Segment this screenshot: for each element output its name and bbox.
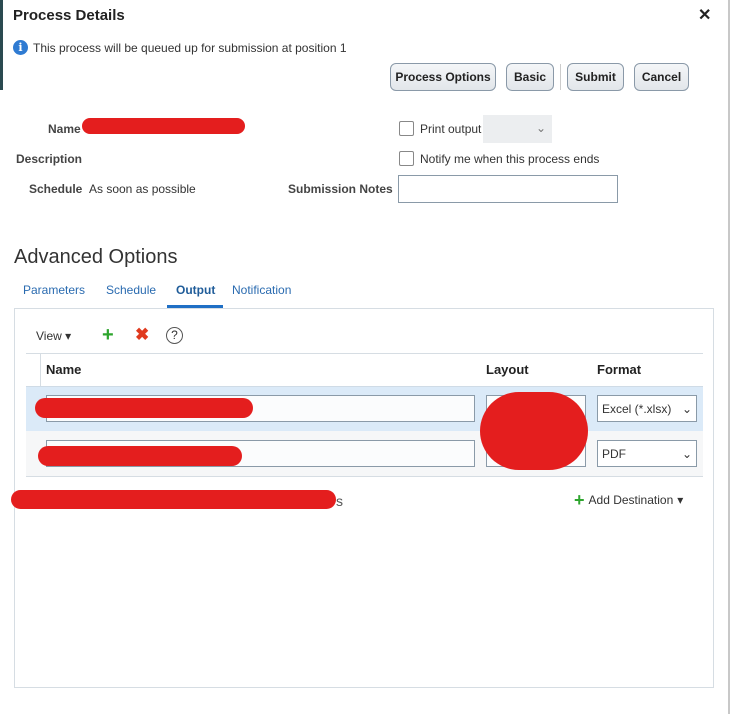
trailing-text: s (336, 493, 343, 509)
dialog-title: Process Details (13, 7, 125, 24)
tab-output[interactable]: Output (176, 283, 215, 297)
info-message: i This process will be queued up for sub… (13, 40, 347, 55)
format-select[interactable]: PDF ⌄ (597, 440, 697, 467)
schedule-value: As soon as possible (89, 182, 196, 196)
submission-notes-input[interactable] (398, 175, 618, 203)
info-text: This process will be queued up for submi… (33, 40, 347, 55)
divider (560, 64, 561, 90)
caret-down-icon: ▾ (677, 493, 684, 507)
chevron-down-icon: ⌄ (535, 121, 546, 135)
basic-button[interactable]: Basic (506, 63, 554, 91)
view-menu[interactable]: View ▾ (36, 329, 71, 343)
advanced-options-title: Advanced Options (14, 246, 178, 268)
submission-notes-label: Submission Notes (288, 182, 393, 196)
format-value: Excel (*.xlsx) (602, 401, 672, 416)
info-icon: i (13, 40, 28, 55)
window-edge (0, 0, 3, 90)
schedule-label: Schedule (29, 182, 83, 196)
view-label: View (36, 329, 62, 343)
printer-select[interactable]: ⌄ (483, 115, 552, 143)
format-value: PDF (602, 446, 626, 461)
name-label: Name (48, 122, 81, 136)
submit-button[interactable]: Submit (567, 63, 624, 91)
help-icon[interactable]: ? (166, 327, 183, 344)
table-top-border (26, 353, 703, 354)
description-label: Description (16, 152, 83, 166)
col-name: Name (46, 362, 82, 377)
add-destination-label: Add Destination (588, 493, 674, 507)
redacted-layouts (480, 392, 588, 470)
add-icon: + (574, 490, 585, 510)
cancel-button[interactable]: Cancel (634, 63, 689, 91)
delete-icon[interactable]: ✖ (135, 325, 149, 345)
print-output-label: Print output (420, 122, 482, 136)
col-layout: Layout (486, 362, 529, 377)
tab-notification[interactable]: Notification (232, 283, 291, 297)
redacted-name (82, 118, 245, 134)
redacted-row-name (38, 446, 242, 466)
chevron-down-icon: ⌄ (681, 401, 692, 416)
add-icon[interactable]: + (102, 324, 114, 347)
close-icon[interactable]: ✕ (698, 5, 711, 25)
chevron-down-icon: ⌄ (681, 446, 692, 461)
redacted-row-name (35, 398, 253, 418)
tab-schedule[interactable]: Schedule (106, 283, 156, 297)
notify-checkbox[interactable] (399, 151, 414, 166)
redacted-text (11, 490, 336, 509)
print-output-checkbox[interactable] (399, 121, 414, 136)
tab-parameters[interactable]: Parameters (23, 283, 85, 297)
add-destination-button[interactable]: + Add Destination ▾ (574, 490, 684, 510)
notify-label: Notify me when this process ends (420, 152, 600, 166)
format-select[interactable]: Excel (*.xlsx) ⌄ (597, 395, 697, 422)
process-options-button[interactable]: Process Options (390, 63, 496, 91)
col-format: Format (597, 362, 642, 377)
